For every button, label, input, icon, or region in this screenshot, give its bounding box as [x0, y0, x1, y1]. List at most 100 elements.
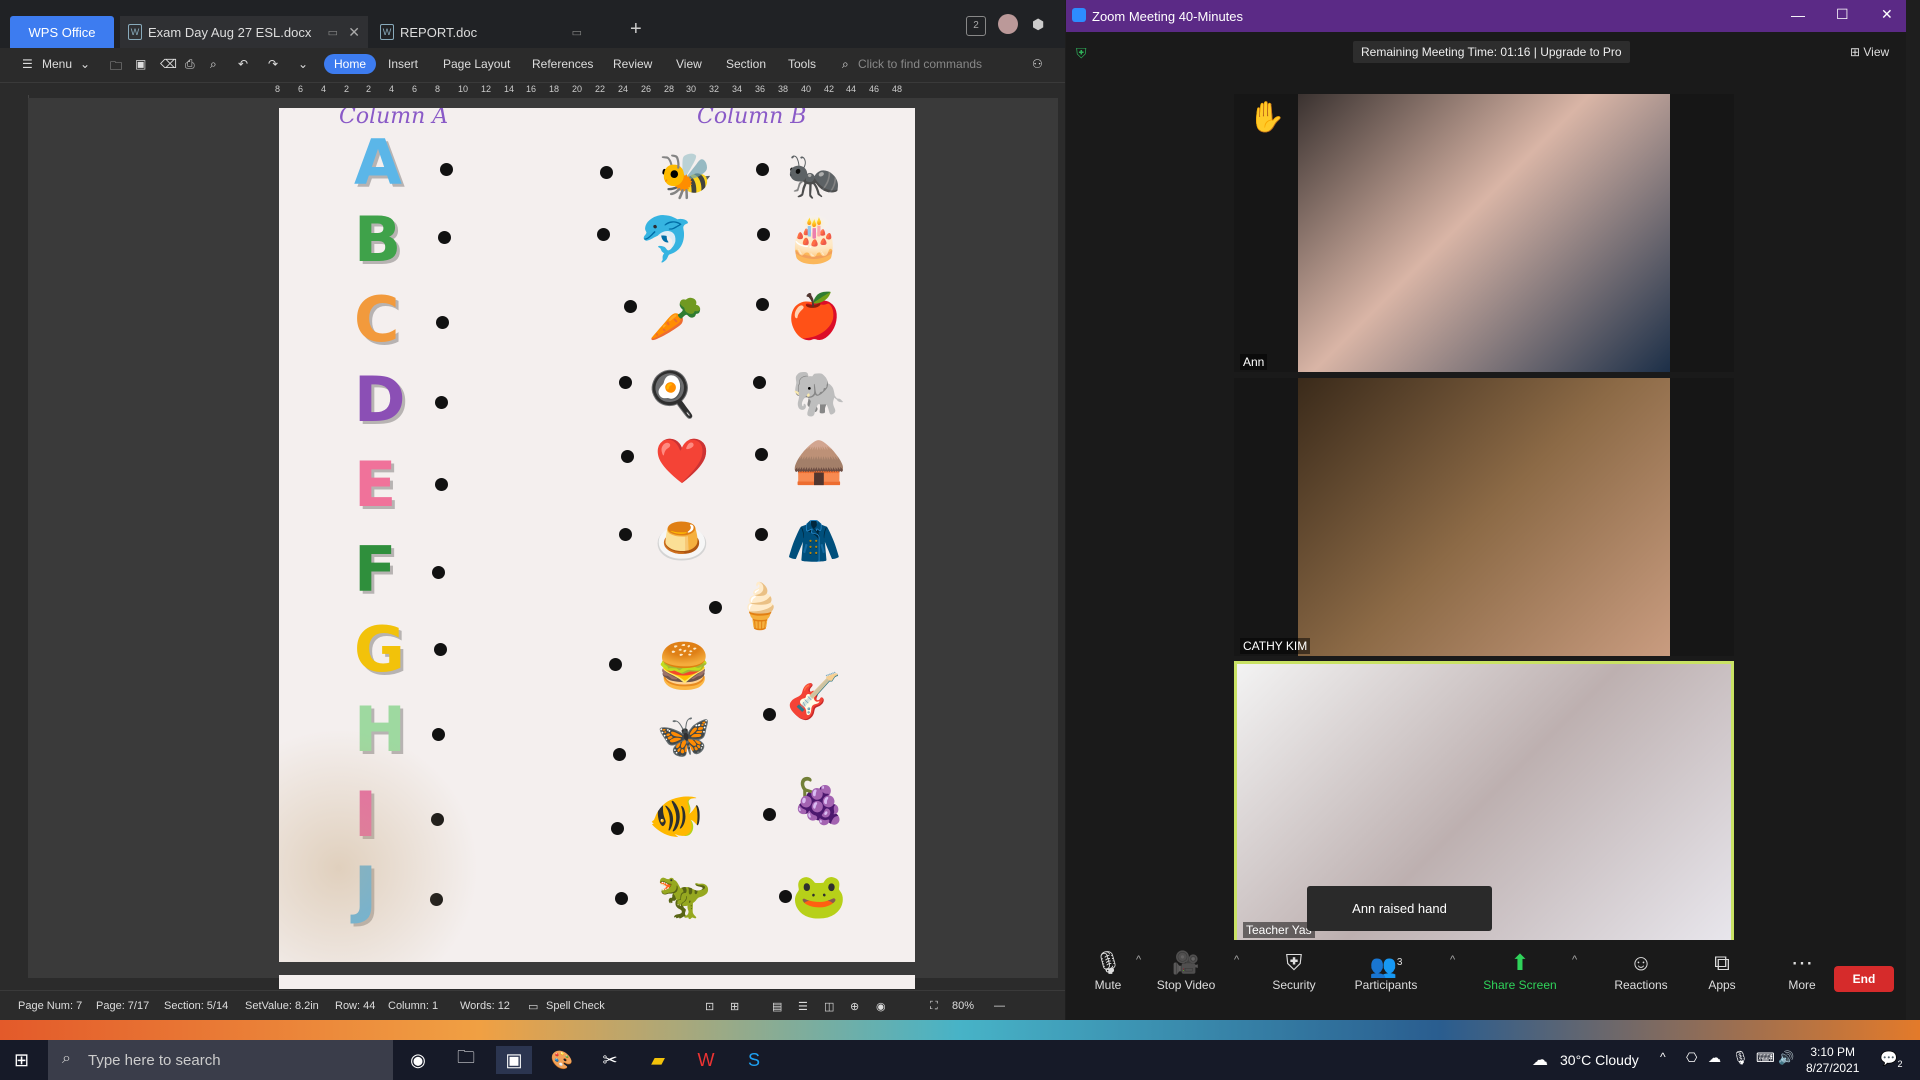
- customize-icon[interactable]: ⌄: [298, 57, 308, 71]
- video-options-icon[interactable]: ^: [1234, 954, 1239, 966]
- next-page[interactable]: [279, 975, 915, 989]
- print-preview-icon[interactable]: ⌕: [210, 57, 217, 72]
- participants-button[interactable]: 👥3 Participants: [1338, 948, 1434, 992]
- tab-references[interactable]: References: [532, 57, 593, 71]
- menu-icon[interactable]: ☰: [22, 57, 33, 71]
- tab-view[interactable]: View: [676, 57, 702, 71]
- view-button[interactable]: ⊞ View: [1850, 45, 1889, 59]
- redo-icon[interactable]: ↷: [268, 57, 278, 71]
- participants-count: 3: [1396, 957, 1403, 968]
- undo-icon[interactable]: ↶: [238, 57, 248, 71]
- print-icon[interactable]: ⎙: [185, 57, 195, 72]
- weather-icon[interactable]: ☁: [1532, 1050, 1548, 1070]
- onedrive-icon[interactable]: ☁: [1708, 1050, 1721, 1066]
- security-shield-icon[interactable]: ⛨: [1076, 45, 1087, 62]
- window-count-icon[interactable]: 2: [966, 16, 986, 36]
- file-explorer-icon[interactable]: 🗀: [448, 1046, 484, 1074]
- notification-icon[interactable]: 💬2: [1880, 1050, 1902, 1069]
- search-icon: ⌕: [62, 1050, 71, 1067]
- menu-button[interactable]: Menu: [42, 57, 72, 71]
- video-tile-ann[interactable]: ✋ Ann: [1234, 94, 1734, 372]
- outline-view-icon[interactable]: ☰: [798, 1000, 808, 1013]
- web-view-icon[interactable]: ⊕: [850, 1000, 859, 1013]
- tab-insert[interactable]: Insert: [388, 57, 418, 71]
- volume-icon[interactable]: 🔊: [1778, 1050, 1794, 1066]
- pin-icon[interactable]: ▭: [572, 26, 582, 39]
- horizontal-ruler[interactable]: 8 6 4 2 2 4 6 8 10 12 14 16 18 20 22 24 26 28 30 32 34 36 38 40…: [275, 84, 915, 98]
- paint-icon[interactable]: 🎨: [544, 1046, 580, 1074]
- tab-report-doc[interactable]: W REPORT.doc ▭: [372, 16, 612, 48]
- stop-video-button[interactable]: 🎥 Stop Video: [1146, 948, 1226, 992]
- save-icon[interactable]: ▣: [135, 57, 146, 71]
- butterfly-image: 🦋: [656, 712, 712, 761]
- vertical-ruler[interactable]: [6, 95, 29, 955]
- taskbar-search-input[interactable]: ⌕ Type here to search: [48, 1040, 393, 1080]
- focus-mode-icon[interactable]: ⊡: [705, 1000, 714, 1013]
- participants-label: Participants: [1354, 978, 1418, 992]
- apps-button[interactable]: ⧉ Apps: [1682, 948, 1762, 992]
- skype-icon[interactable]: S: [736, 1046, 772, 1074]
- windows-start-icon[interactable]: ⊞: [14, 1050, 29, 1071]
- close-icon[interactable]: ✕: [348, 24, 360, 41]
- tab-exam-doc[interactable]: W Exam Day Aug 27 ESL.docx ▭ ✕: [120, 16, 368, 48]
- ruler-mark: 32: [709, 84, 720, 94]
- format-painter-icon[interactable]: ⌫: [160, 57, 177, 71]
- meeting-time-banner[interactable]: Remaining Meeting Time: 01:16 | Upgrade …: [1353, 41, 1630, 63]
- status-setvalue[interactable]: SetValue: 8.2in: [245, 1000, 319, 1012]
- reading-view-icon[interactable]: ◫: [824, 1000, 834, 1013]
- find-commands-input[interactable]: Click to find commands: [858, 57, 982, 71]
- open-folder-icon[interactable]: 🗀: [110, 57, 122, 78]
- protect-icon[interactable]: ⊞: [730, 1000, 739, 1013]
- avatar[interactable]: [998, 14, 1018, 34]
- egg-image: 🍳: [644, 370, 700, 419]
- more-button[interactable]: ⋯ More: [1762, 948, 1842, 992]
- zoom-toolbar: 🎙 Mute ^ 🎥 Stop Video ^ ⛨ Security 👥3 Partic…: [1066, 940, 1906, 1012]
- zoom-level[interactable]: 80%: [952, 1000, 974, 1012]
- new-tab-button[interactable]: +: [630, 18, 642, 41]
- clock[interactable]: 3:10 PM 8/27/2021: [1806, 1044, 1859, 1076]
- tab-page-layout[interactable]: Page Layout: [443, 57, 510, 71]
- pin-icon[interactable]: ▭: [328, 26, 338, 39]
- maximize-icon[interactable]: ☐: [1836, 6, 1849, 23]
- reactions-button[interactable]: ☺ Reactions: [1601, 948, 1681, 992]
- close-icon[interactable]: ✕: [1881, 6, 1893, 23]
- page-view-icon[interactable]: ▤: [772, 1000, 782, 1013]
- tab-home[interactable]: Home: [324, 54, 377, 74]
- sticky-notes-icon[interactable]: ▰: [640, 1046, 676, 1074]
- tab-section[interactable]: Section: [726, 57, 766, 71]
- spell-check-button[interactable]: Spell Check: [546, 1000, 605, 1012]
- security-button[interactable]: ⛨ Security: [1254, 948, 1334, 992]
- hexagon-icon[interactable]: ⬢: [1032, 16, 1044, 33]
- tab-review[interactable]: Review: [613, 57, 652, 71]
- status-column[interactable]: Column: 1: [388, 1000, 438, 1012]
- status-section[interactable]: Section: 5/14: [164, 1000, 228, 1012]
- zoom-out-icon[interactable]: —: [994, 1000, 1005, 1012]
- fit-page-icon[interactable]: ⛶: [930, 1000, 938, 1013]
- snip-tool-icon[interactable]: ✂: [592, 1046, 628, 1074]
- zoom-app-icon[interactable]: ▣: [496, 1046, 532, 1074]
- end-meeting-button[interactable]: End: [1834, 966, 1894, 992]
- minimize-icon[interactable]: —: [1791, 7, 1805, 23]
- microphone-icon[interactable]: 🎙: [1732, 1050, 1749, 1066]
- eye-protect-icon[interactable]: ◉: [876, 1000, 886, 1013]
- wps-office-tab[interactable]: WPS Office: [10, 16, 114, 48]
- chrome-icon[interactable]: ◉: [400, 1046, 436, 1074]
- weather-text[interactable]: 30°C Cloudy: [1560, 1052, 1639, 1068]
- share-icon[interactable]: ⚇: [1032, 57, 1043, 71]
- wps-app-icon[interactable]: W: [688, 1046, 724, 1074]
- share-options-icon[interactable]: ^: [1572, 954, 1577, 966]
- share-screen-button[interactable]: ⬆ Share Screen: [1470, 948, 1570, 992]
- video-tile-cathy[interactable]: CATHY KIM: [1234, 378, 1734, 656]
- tab-tools[interactable]: Tools: [788, 57, 816, 71]
- status-row[interactable]: Row: 44: [335, 1000, 375, 1012]
- status-page[interactable]: Page: 7/17: [96, 1000, 149, 1012]
- tray-chevron-icon[interactable]: ^: [1660, 1050, 1666, 1064]
- participants-options-icon[interactable]: ^: [1450, 954, 1455, 966]
- network-icon[interactable]: ⌨: [1756, 1050, 1775, 1066]
- status-page-num[interactable]: Page Num: 7: [18, 1000, 82, 1012]
- chevron-down-icon[interactable]: ⌄: [80, 57, 90, 71]
- meet-now-icon[interactable]: ⎔: [1686, 1050, 1697, 1066]
- mute-options-icon[interactable]: ^: [1136, 954, 1141, 966]
- status-words[interactable]: Words: 12: [460, 1000, 510, 1012]
- document-page[interactable]: Column A Column B A B C D E F G H I J 🐝 …: [279, 108, 915, 962]
